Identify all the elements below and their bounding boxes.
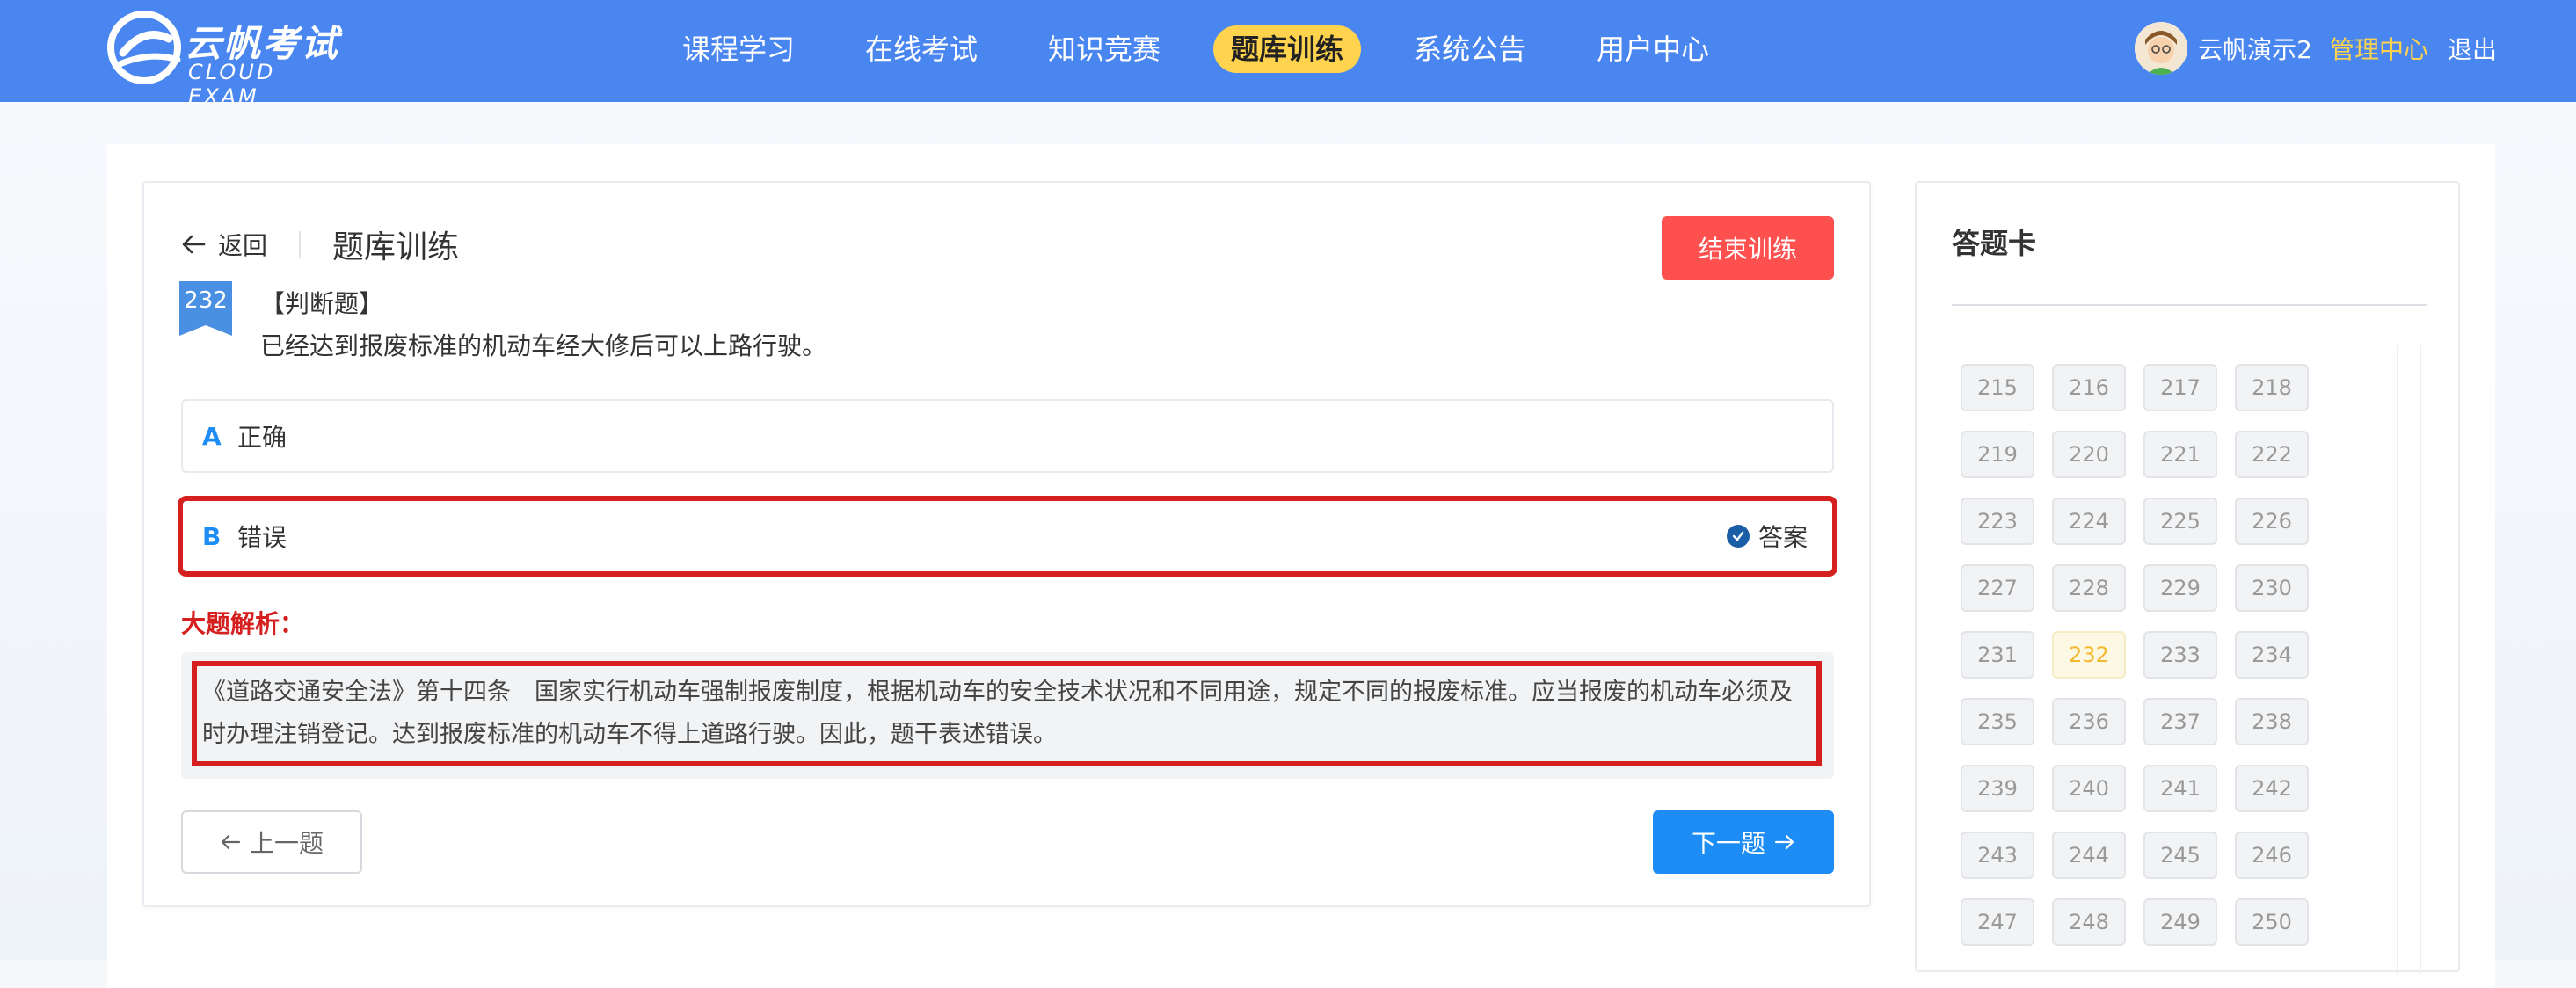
nav-item-online-exam[interactable]: 在线考试	[848, 25, 995, 73]
answer-card-cell[interactable]: 248	[2052, 898, 2126, 946]
page-title: 题库训练	[332, 229, 460, 265]
arrow-right-icon	[1774, 834, 1794, 850]
answer-card-cell[interactable]: 221	[2143, 431, 2217, 478]
next-question-button[interactable]: 下一题	[1653, 810, 1834, 874]
nav-item-user-center[interactable]: 用户中心	[1579, 25, 1727, 73]
nav-item-question-bank[interactable]: 题库训练	[1213, 25, 1362, 73]
answer-card-cell[interactable]: 224	[2052, 498, 2126, 545]
question-number: 232	[184, 287, 228, 314]
question-card: 返回 题库训练 结束训练 232 【判断题】 已经达到报废标准的机动车经大修后可…	[142, 181, 1871, 907]
user-area: 云帆演示2 管理中心 退出	[2135, 19, 2497, 77]
answer-card-cell[interactable]: 239	[1961, 765, 2034, 812]
analysis-label: 大题解析：	[181, 609, 305, 638]
prev-question-button[interactable]: 上一题	[181, 810, 362, 874]
arrow-left-icon	[182, 235, 206, 254]
nav-item-announcements[interactable]: 系统公告	[1396, 25, 1544, 73]
answer-card-cell[interactable]: 245	[2143, 832, 2217, 879]
check-circle-icon	[1726, 525, 1750, 548]
answer-card-cell[interactable]: 238	[2235, 698, 2309, 745]
answer-card-cell[interactable]: 226	[2235, 498, 2309, 545]
brand-logo[interactable]: 云帆考试 CLOUD EXAM	[106, 9, 352, 109]
answer-card-scrollbar[interactable]	[2397, 345, 2421, 974]
option-text: 错误	[237, 523, 287, 552]
answer-card-title: 答题卡	[1952, 227, 2037, 260]
option-text: 正确	[237, 423, 287, 452]
answer-card-cell[interactable]: 228	[2052, 564, 2126, 612]
divider	[1952, 304, 2427, 306]
answer-card-cell[interactable]: 244	[2052, 832, 2126, 879]
answer-card-cell[interactable]: 216	[2052, 364, 2126, 411]
end-training-button[interactable]: 结束训练	[1662, 216, 1834, 280]
question-type: 【判断题】	[260, 289, 384, 318]
user-name[interactable]: 云帆演示2	[2198, 31, 2312, 66]
option-letter: B	[202, 521, 222, 551]
answer-card-cell[interactable]: 235	[1961, 698, 2034, 745]
admin-center-link[interactable]: 管理中心	[2330, 31, 2428, 66]
answer-card-cell[interactable]: 232	[2052, 631, 2126, 679]
answer-card-cell[interactable]: 246	[2235, 832, 2309, 879]
answer-card-cell[interactable]: 217	[2143, 364, 2217, 411]
correct-answer-tag: 答案	[1726, 501, 1808, 571]
user-avatar-icon	[2135, 22, 2188, 75]
back-label: 返回	[218, 231, 268, 260]
answer-card-cell[interactable]: 243	[1961, 832, 2034, 879]
answer-card-cell[interactable]: 247	[1961, 898, 2034, 946]
answer-card-cell[interactable]: 231	[1961, 631, 2034, 679]
top-navigation-bar: 云帆考试 CLOUD EXAM 课程学习 在线考试 知识竞赛 题库训练 系统公告…	[0, 0, 2576, 109]
answer-card-cell[interactable]: 234	[2235, 631, 2309, 679]
nav-item-contest[interactable]: 知识竞赛	[1030, 25, 1178, 73]
option-b[interactable]: B 错误 答案	[178, 496, 1837, 577]
question-number-badge: 232	[179, 281, 232, 336]
answer-card-cell[interactable]: 215	[1961, 364, 2034, 411]
answer-card-panel: 答题卡 215 216 217 218 219 220 221 222 223 224 225 226…	[1915, 181, 2460, 974]
answer-card-cell[interactable]: 230	[2235, 564, 2309, 612]
back-button[interactable]: 返回	[181, 231, 302, 260]
logout-link[interactable]: 退出	[2448, 31, 2497, 66]
analysis-text: 《道路交通安全法》第十四条 国家实行机动车强制报废制度，根据机动车的安全技术状况…	[192, 661, 1822, 766]
answer-card-cell[interactable]: 236	[2052, 698, 2126, 745]
answer-card-cell[interactable]: 220	[2052, 431, 2126, 478]
answer-card-cell[interactable]: 233	[2143, 631, 2217, 679]
answer-card-cell[interactable]: 242	[2235, 765, 2309, 812]
answer-card-cell[interactable]: 250	[2235, 898, 2309, 946]
avatar[interactable]	[2135, 22, 2188, 75]
logo-icon	[107, 11, 181, 84]
answer-card-cell[interactable]: 237	[2143, 698, 2217, 745]
answer-card-cell[interactable]: 219	[1961, 431, 2034, 478]
arrow-left-icon	[221, 834, 241, 850]
answer-card-cell[interactable]: 223	[1961, 498, 2034, 545]
next-label: 下一题	[1691, 829, 1765, 858]
answer-card-cell[interactable]: 222	[2235, 431, 2309, 478]
answer-card-cell[interactable]: 241	[2143, 765, 2217, 812]
prev-label: 上一题	[249, 829, 324, 858]
answer-card-cell[interactable]: 249	[2143, 898, 2217, 946]
answer-card-cell[interactable]: 240	[2052, 765, 2126, 812]
card-header: 返回 题库训练	[181, 218, 459, 271]
analysis-box: 《道路交通安全法》第十四条 国家实行机动车强制报废制度，根据机动车的安全技术状况…	[181, 652, 1834, 779]
brand-name-en: CLOUD EXAM	[188, 60, 276, 109]
answer-card-cell[interactable]: 227	[1961, 564, 2034, 612]
nav-item-courses[interactable]: 课程学习	[665, 25, 812, 73]
main-nav: 课程学习 在线考试 知识竞赛 题库训练 系统公告 用户中心	[665, 25, 1762, 74]
answer-card-grid: 215 216 217 218 219 220 221 222 223 224 225 226 227 2…	[1961, 364, 2374, 946]
answer-card-cell[interactable]: 218	[2235, 364, 2309, 411]
option-a[interactable]: A 正确	[181, 399, 1834, 473]
answer-card-cell[interactable]: 225	[2143, 498, 2217, 545]
answer-label: 答案	[1757, 523, 1808, 552]
option-letter: A	[202, 421, 222, 451]
question-text: 已经达到报废标准的机动车经大修后可以上路行驶。	[260, 331, 827, 360]
answer-card-cell[interactable]: 229	[2143, 564, 2217, 612]
